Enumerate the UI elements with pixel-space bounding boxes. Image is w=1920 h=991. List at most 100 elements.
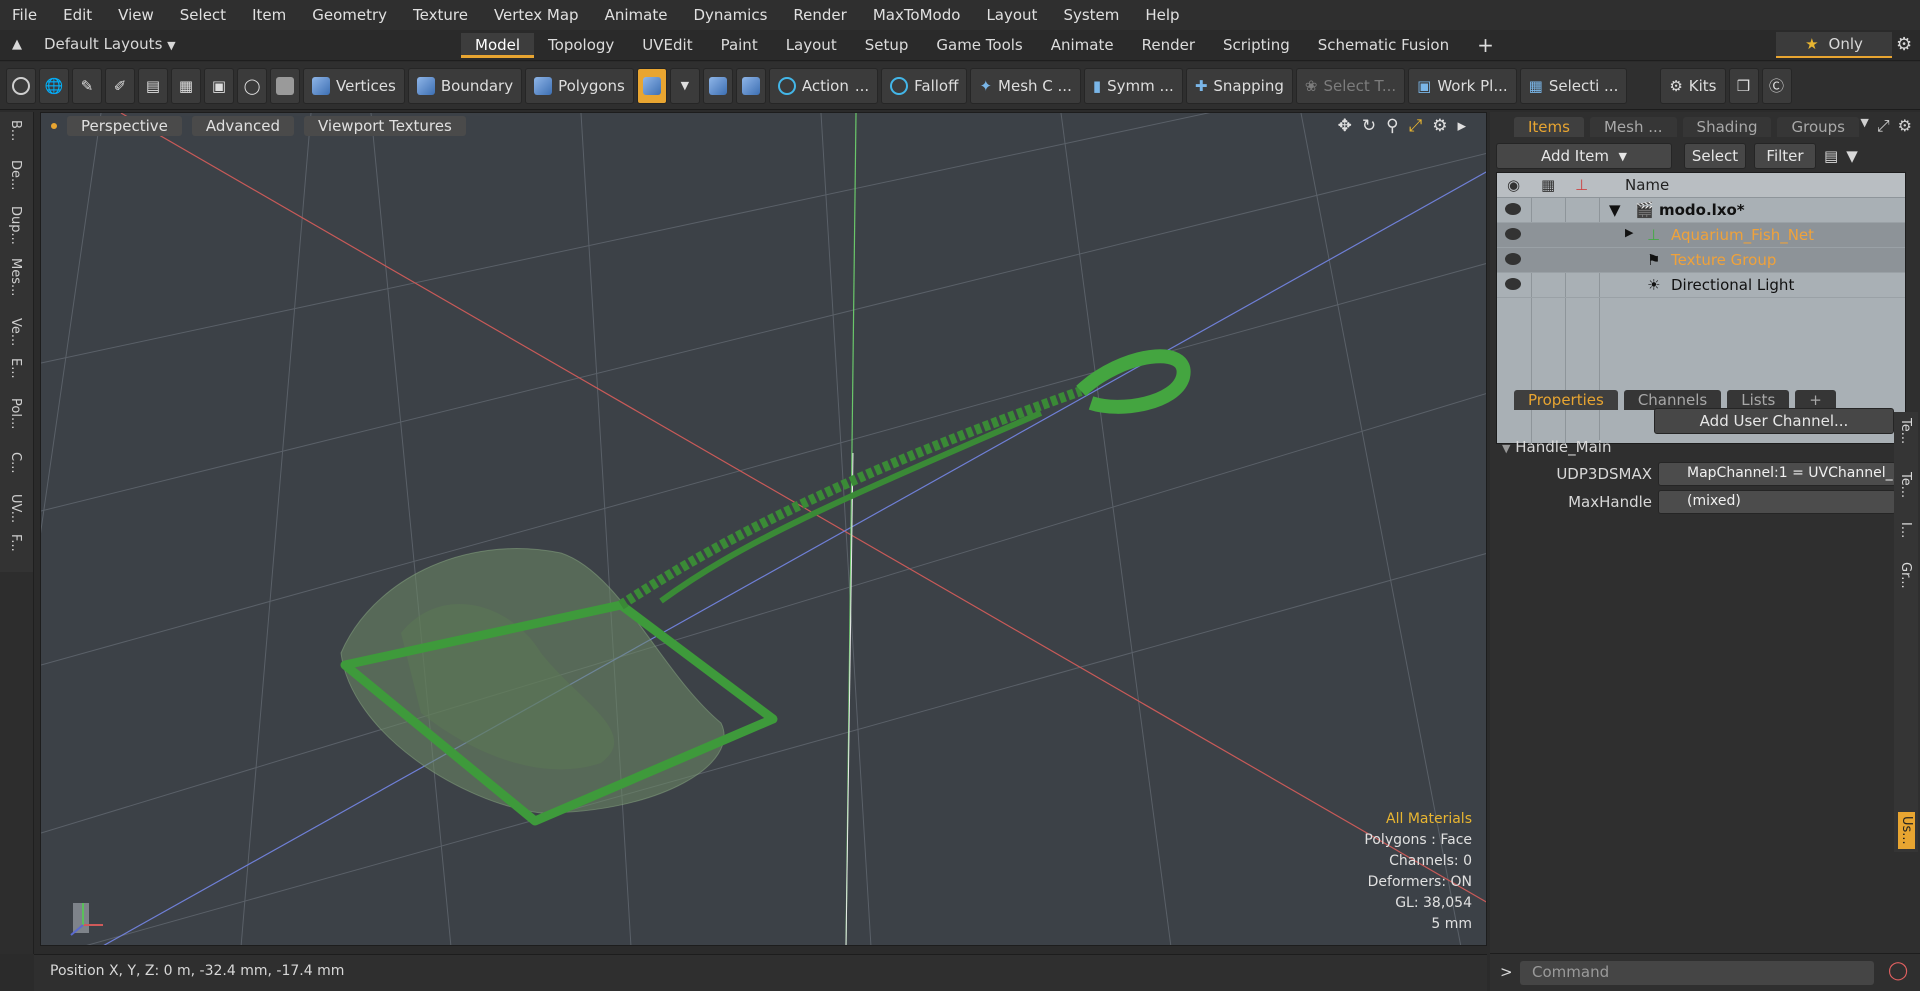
snapping-button[interactable]: ✚ Snapping	[1185, 67, 1293, 104]
vertices-button[interactable]: Vertices	[303, 67, 405, 104]
collapse-up-icon[interactable]: ▲	[12, 37, 22, 52]
unity-button[interactable]: ❒	[1728, 67, 1759, 104]
maxhandle-field[interactable]: (mixed)	[1658, 490, 1896, 514]
advanced-button[interactable]: Advanced	[191, 116, 294, 136]
menu-geometry[interactable]: Geometry	[312, 6, 387, 24]
menu-edit[interactable]: Edit	[63, 6, 92, 24]
play-arrow-icon[interactable]: ▸	[1457, 116, 1466, 136]
command-input[interactable]: Command	[1520, 961, 1874, 985]
side-tab-3[interactable]: I...	[1898, 522, 1913, 538]
soccer-button[interactable]	[735, 67, 766, 104]
left-tab-7[interactable]: Pol...	[8, 398, 23, 429]
tab-lists[interactable]: Lists	[1727, 390, 1790, 410]
menu-select[interactable]: Select	[180, 6, 226, 24]
tab-render[interactable]: Render	[1128, 33, 1209, 58]
work-plane-button[interactable]: ▣ Work Pl...	[1408, 67, 1517, 104]
action-button[interactable]: Action...	[768, 67, 879, 104]
tab-topology[interactable]: Topology	[534, 33, 628, 58]
tab-animate[interactable]: Animate	[1037, 33, 1128, 58]
side-tab-1[interactable]: Te...	[1898, 418, 1913, 444]
tab-scripting[interactable]: Scripting	[1209, 33, 1304, 58]
add-item-button[interactable]: Add Item ▼	[1496, 143, 1672, 169]
tab-uvedit[interactable]: UVEdit	[628, 33, 706, 58]
gear-icon[interactable]: ⚙	[1896, 34, 1912, 55]
side-tab-2[interactable]: Te...	[1898, 472, 1913, 498]
material-mode-button[interactable]	[636, 67, 667, 104]
mesh-constraint-button[interactable]: ✦ Mesh C ...	[970, 67, 1081, 104]
add-props-tab-button[interactable]: +	[1795, 390, 1836, 410]
tab-paint[interactable]: Paint	[707, 33, 772, 58]
pen-tool-button[interactable]: ✎	[72, 67, 102, 104]
left-tab-5[interactable]: Ve...	[8, 318, 23, 346]
zoom-icon[interactable]: ⚲	[1386, 116, 1398, 136]
select-button[interactable]: Select	[1684, 143, 1746, 169]
menu-vertex-map[interactable]: Vertex Map	[494, 6, 579, 24]
left-tab-4[interactable]: Mes...	[8, 258, 23, 296]
add-user-channel-button[interactable]: Add User Channel...	[1654, 408, 1894, 434]
kits-button[interactable]: ⚙ Kits	[1660, 67, 1726, 104]
list-item[interactable]: ⚑ Texture Group	[1497, 248, 1905, 273]
boundary-button[interactable]: Boundary	[407, 67, 523, 104]
left-tab-8[interactable]: C...	[8, 452, 23, 473]
brush-tool-button[interactable]: ✐	[105, 67, 135, 104]
pan-icon[interactable]: ✥	[1338, 116, 1352, 136]
viewport-settings-icon[interactable]: ⚙	[1432, 116, 1447, 136]
menu-texture[interactable]: Texture	[413, 6, 468, 24]
tab-setup[interactable]: Setup	[851, 33, 923, 58]
align-button[interactable]: ▤	[138, 67, 168, 104]
eye-icon[interactable]	[1505, 228, 1521, 240]
tab-channels[interactable]: Channels	[1623, 390, 1722, 410]
layouts-dropdown[interactable]: Default Layouts ▼	[44, 35, 176, 53]
falloff-button[interactable]: Falloff	[881, 67, 968, 104]
filter-button[interactable]: Filter	[1754, 143, 1816, 169]
symmetry-shield-button[interactable]	[702, 67, 733, 104]
expand-icon[interactable]: ⤢	[1877, 116, 1890, 136]
record-icon[interactable]: ◯	[1888, 960, 1908, 981]
add-tab-button[interactable]: +	[1463, 33, 1508, 58]
list-item[interactable]: ☀ Directional Light	[1497, 273, 1905, 298]
item-mode-button[interactable]	[270, 67, 300, 104]
menu-layout[interactable]: Layout	[986, 6, 1037, 24]
menu-system[interactable]: System	[1063, 6, 1119, 24]
tab-shading[interactable]: Shading	[1682, 117, 1772, 137]
menu-render[interactable]: Render	[793, 6, 846, 24]
left-tab-6[interactable]: E...	[8, 358, 23, 379]
select-mode-circle-button[interactable]	[6, 67, 36, 104]
unreal-button[interactable]: Ⓒ	[1761, 67, 1792, 104]
lasso-button[interactable]: ◯	[237, 67, 267, 104]
side-tab-4[interactable]: Gr...	[1898, 562, 1913, 589]
tab-properties[interactable]: Properties	[1514, 390, 1618, 410]
eye-icon[interactable]	[1505, 278, 1521, 290]
menu-dynamics[interactable]: Dynamics	[693, 6, 767, 24]
list-item[interactable]: ▼ 🎬 modo.lxo*	[1497, 198, 1905, 223]
eye-icon[interactable]	[1505, 203, 1521, 215]
menu-help[interactable]: Help	[1145, 6, 1179, 24]
tab-layout[interactable]: Layout	[772, 33, 851, 58]
menu-maxtomodo[interactable]: MaxToModo	[873, 6, 961, 24]
tab-mesh[interactable]: Mesh ...	[1589, 117, 1677, 137]
gear-icon[interactable]: ⚙	[1898, 116, 1912, 136]
rotate-icon[interactable]: ↻	[1362, 116, 1376, 136]
3d-viewport[interactable]: Perspective Advanced Viewport Textures ✥…	[40, 112, 1487, 946]
viewport-textures-button[interactable]: Viewport Textures	[303, 116, 466, 136]
polygons-button[interactable]: Polygons	[525, 67, 634, 104]
section-header[interactable]: ▼ Handle_Main	[1502, 438, 1611, 456]
funnel-icon[interactable]: ▼	[1846, 147, 1858, 165]
menu-view[interactable]: View	[118, 6, 154, 24]
menu-item[interactable]: Item	[252, 6, 286, 24]
grid-button[interactable]: ▦	[171, 67, 201, 104]
tab-items[interactable]: Items	[1514, 117, 1584, 137]
left-tab-10[interactable]: F...	[8, 534, 23, 552]
selection-sets-button[interactable]: ▦ Selecti ...	[1519, 67, 1628, 104]
chevron-down-icon[interactable]: ▼	[1860, 116, 1868, 136]
only-button[interactable]: ★ Only	[1776, 32, 1892, 58]
tab-game-tools[interactable]: Game Tools	[922, 33, 1036, 58]
list-item[interactable]: ▶ ⊥ Aquarium_Fish_Net	[1497, 223, 1905, 248]
collapse-icon[interactable]: ▤	[1824, 147, 1838, 165]
tab-model[interactable]: Model	[461, 33, 535, 58]
eye-icon[interactable]	[1505, 253, 1521, 265]
frame-button[interactable]: ▣	[204, 67, 234, 104]
left-tab-2[interactable]: De...	[8, 160, 23, 190]
tab-schematic-fusion[interactable]: Schematic Fusion	[1304, 33, 1463, 58]
left-tab-1[interactable]: B...	[8, 120, 23, 141]
